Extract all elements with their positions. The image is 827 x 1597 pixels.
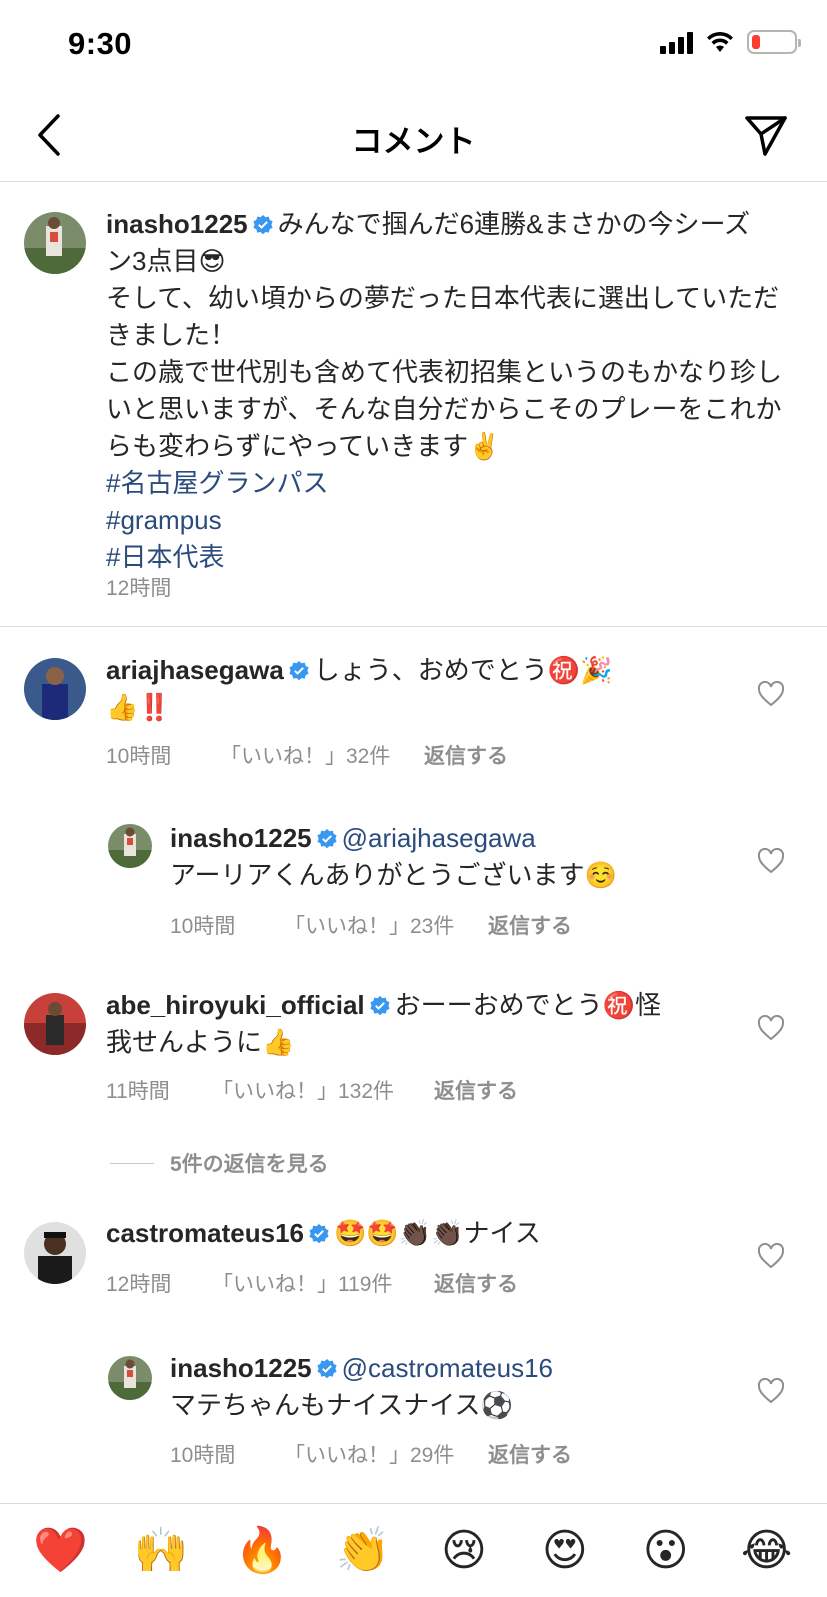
avatar[interactable] — [108, 1356, 152, 1400]
comment-username[interactable]: ariajhasegawa — [106, 655, 284, 685]
mention-link[interactable]: @castromateus16 — [342, 1353, 553, 1383]
signal-icon — [660, 30, 693, 54]
reply-time: 10時間 — [170, 1444, 236, 1467]
like-heart-icon[interactable] — [757, 1378, 785, 1404]
page-title: コメント — [351, 124, 476, 159]
reply-button[interactable]: 返信する — [424, 740, 508, 770]
comment-time: 10時間 — [106, 745, 172, 768]
surprised-emoji-button[interactable]: 😮 — [636, 1528, 696, 1573]
caption-line: ン3点目😎 — [106, 246, 226, 276]
crying-emoji-button[interactable]: 😢 — [434, 1528, 494, 1573]
like-heart-icon[interactable] — [757, 681, 785, 707]
caption-line: いと思いますが、そんな自分だからこそのプレーをこれか — [106, 394, 782, 424]
comment-meta: 11時間 「いいね！」132件 返信する — [106, 1075, 518, 1105]
comment-time: 12時間 — [106, 1273, 172, 1296]
like-heart-icon[interactable] — [757, 848, 785, 874]
caption-line: そして、幼い頃からの夢だった日本代表に選出していただ — [106, 283, 780, 313]
comment-meta: 12時間 「いいね！」119件 返信する — [106, 1268, 518, 1298]
caption-line: きました！ — [106, 320, 237, 350]
like-heart-icon[interactable] — [757, 1015, 785, 1041]
verified-badge-icon — [370, 996, 390, 1016]
fire-emoji-button[interactable]: 🔥 — [232, 1528, 292, 1573]
post-caption: inasho1225 みんなで掴んだ6連勝&まさかの今シーズ ン3点目😎 そして、… — [0, 182, 827, 627]
reply-username[interactable]: inasho1225 — [170, 823, 312, 853]
battery-icon — [747, 30, 801, 54]
nav-bar: コメント — [0, 90, 827, 182]
comment-time: 11時間 — [106, 1080, 170, 1103]
verified-badge-icon — [289, 661, 309, 681]
red-heart-emoji-button[interactable]: ❤️ — [30, 1528, 90, 1573]
status-bar: 9:30 — [0, 0, 827, 90]
comment-meta: 10時間 「いいね！」32件 返信する — [106, 740, 508, 770]
avatar[interactable] — [24, 658, 86, 720]
hashtag-link[interactable]: #grampus — [106, 502, 796, 539]
reply-meta: 10時間 「いいね！」29件 返信する — [170, 1439, 572, 1469]
laughing-emoji-button[interactable]: 😂 — [737, 1528, 797, 1573]
reply-text: inasho1225 @castromateus16 マテちゃんもナイスナイス⚽ — [170, 1350, 730, 1424]
emoji-reaction-bar: ❤️ 🙌 🔥 👏 😢 😍 😮 😂 — [0, 1503, 827, 1597]
caption-time: 12時間 — [106, 577, 172, 600]
comment-username[interactable]: castromateus16 — [106, 1218, 304, 1248]
status-icons — [660, 30, 801, 54]
send-icon[interactable] — [741, 110, 791, 160]
status-time: 9:30 — [68, 26, 133, 61]
verified-badge-icon — [317, 829, 337, 849]
raised-hands-emoji-button[interactable]: 🙌 — [131, 1528, 191, 1573]
verified-badge-icon — [253, 215, 273, 235]
like-heart-icon[interactable] — [757, 1243, 785, 1269]
reply-meta: 10時間 「いいね！」23件 返信する — [170, 910, 572, 940]
mention-link[interactable]: @ariajhasegawa — [342, 823, 536, 853]
comment-line: 🤩🤩👏🏿👏🏿ナイス — [334, 1218, 541, 1248]
comment-line: 我せんように👍 — [106, 1027, 295, 1057]
hashtag-link[interactable]: #名古屋グランパス — [106, 465, 796, 502]
caption-text: inasho1225 みんなで掴んだ6連勝&まさかの今シーズ ン3点目😎 そして、… — [106, 206, 796, 576]
reply-time: 10時間 — [170, 915, 236, 938]
avatar[interactable] — [108, 824, 152, 868]
comment-text: castromateus16 🤩🤩👏🏿👏🏿ナイス — [106, 1215, 706, 1252]
caption-line: みんなで掴んだ6連勝&まさかの今シーズ — [277, 209, 751, 239]
clapping-emoji-button[interactable]: 👏 — [333, 1528, 393, 1573]
reply-line: アーリアくんありがとうございます☺️ — [170, 860, 617, 890]
reply-button[interactable]: 返信する — [488, 910, 572, 940]
caption-meta: 12時間 — [106, 572, 171, 602]
reply-likes[interactable]: 「いいね！」29件 — [284, 1439, 488, 1469]
comment-text: abe_hiroyuki_official おーーおめでとう㊗️怪 我せんように👍 — [106, 987, 706, 1061]
caption-line: らも変わらずにやっていきます✌️ — [106, 431, 501, 461]
reply-likes[interactable]: 「いいね！」23件 — [284, 910, 488, 940]
verified-badge-icon — [317, 1359, 337, 1379]
comment-likes[interactable]: 「いいね！」32件 — [220, 740, 424, 770]
hashtag-link[interactable]: #日本代表 — [106, 539, 796, 576]
divider — [110, 1162, 154, 1164]
verified-badge-icon — [309, 1224, 329, 1244]
wifi-icon — [707, 31, 733, 52]
avatar[interactable] — [24, 1222, 86, 1284]
caption-line: この歳で世代別も含めて代表初招集というのもかなり珍し — [106, 357, 783, 387]
reply-username[interactable]: inasho1225 — [170, 1353, 312, 1383]
view-replies-button[interactable]: 5件の返信を見る — [110, 1148, 329, 1178]
reply-button[interactable]: 返信する — [488, 1439, 572, 1469]
comment-text: ariajhasegawa しょう、おめでとう㊗️🎉 👍‼️ — [106, 652, 646, 726]
avatar[interactable] — [24, 212, 86, 274]
comment-likes[interactable]: 「いいね！」119件 — [212, 1268, 434, 1298]
comment-line: しょう、おめでとう㊗️🎉 — [313, 655, 613, 685]
avatar[interactable] — [24, 993, 86, 1055]
comment-likes[interactable]: 「いいね！」132件 — [212, 1075, 434, 1105]
view-replies-label: 5件の返信を見る — [170, 1153, 329, 1176]
reply-text: inasho1225 @ariajhasegawa アーリアくんありがとうございま… — [170, 820, 730, 894]
reply-line: マテちゃんもナイスナイス⚽ — [170, 1390, 513, 1420]
comment-line: 👍‼️ — [106, 692, 171, 722]
comment-line: おーーおめでとう㊗️怪 — [394, 990, 662, 1020]
reply-button[interactable]: 返信する — [434, 1075, 518, 1105]
reply-button[interactable]: 返信する — [434, 1268, 518, 1298]
caption-username[interactable]: inasho1225 — [106, 209, 248, 239]
comment-username[interactable]: abe_hiroyuki_official — [106, 990, 365, 1020]
heart-eyes-emoji-button[interactable]: 😍 — [535, 1528, 595, 1573]
